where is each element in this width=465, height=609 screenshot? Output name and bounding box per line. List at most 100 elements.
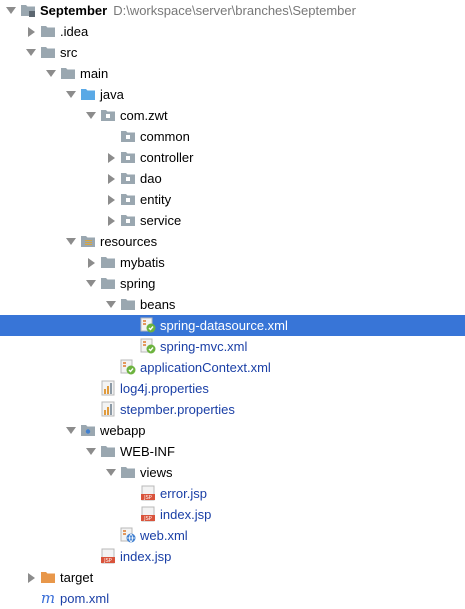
tree-node-label: java xyxy=(100,84,124,105)
tree-node-label: WEB-INF xyxy=(120,441,175,462)
tree-node-java[interactable]: java xyxy=(0,84,465,105)
tree-node-label: common xyxy=(140,126,190,147)
tree-node-spring[interactable]: spring xyxy=(0,273,465,294)
collapse-arrow-right-icon[interactable] xyxy=(104,210,118,231)
folder-icon xyxy=(40,23,56,39)
node-name: controller xyxy=(140,150,194,165)
tree-node-views[interactable]: views xyxy=(0,462,465,483)
module-folder-icon xyxy=(20,2,36,18)
collapse-arrow-right-icon[interactable] xyxy=(104,168,118,189)
node-name: log4j.properties xyxy=(120,381,209,396)
node-name: main xyxy=(80,66,109,81)
tree-node-target[interactable]: target xyxy=(0,567,465,588)
package-icon xyxy=(120,212,136,228)
expand-arrow-down-icon[interactable] xyxy=(104,462,118,483)
collapse-arrow-right-icon[interactable] xyxy=(104,189,118,210)
expand-arrow-down-icon[interactable] xyxy=(4,0,18,21)
node-name: webapp xyxy=(100,423,146,438)
tree-node-index-jsp[interactable]: JSP index.jsp xyxy=(0,504,465,525)
tree-node-label: main xyxy=(80,63,108,84)
collapse-arrow-right-icon[interactable] xyxy=(84,252,98,273)
expand-arrow-down-icon[interactable] xyxy=(84,441,98,462)
tree-node-label: index.jsp xyxy=(160,504,211,525)
tree-node-label: controller xyxy=(140,147,193,168)
tree-node-resources[interactable]: resources xyxy=(0,231,465,252)
expand-arrow-down-icon[interactable] xyxy=(44,63,58,84)
tree-node-label: target xyxy=(60,567,93,588)
project-path: D:\workspace\server\branches\September xyxy=(113,3,356,18)
tree-node-service[interactable]: service xyxy=(0,210,465,231)
expand-arrow-down-icon[interactable] xyxy=(84,105,98,126)
resources-folder-icon xyxy=(80,233,96,249)
node-name: applicationContext.xml xyxy=(140,360,271,375)
node-name: beans xyxy=(140,297,176,312)
tree-node-main[interactable]: main xyxy=(0,63,465,84)
tree-node-label: web.xml xyxy=(140,525,188,546)
tree-node-label: src xyxy=(60,42,77,63)
tree-node-label: views xyxy=(140,462,173,483)
tree-node-error-jsp[interactable]: JSP error.jsp xyxy=(0,483,465,504)
tree-node-com-zwt[interactable]: com.zwt xyxy=(0,105,465,126)
tree-node-stepmber-properties[interactable]: stepmber.properties xyxy=(0,399,465,420)
project-tree: September D:\workspace\server\branches\Se… xyxy=(0,0,465,607)
collapse-arrow-right-icon[interactable] xyxy=(24,21,38,42)
tree-node-label: spring-mvc.xml xyxy=(160,336,247,357)
properties-file-icon xyxy=(100,380,116,396)
node-name: WEB-INF xyxy=(120,444,175,459)
tree-node-label: stepmber.properties xyxy=(120,399,235,420)
package-icon xyxy=(120,191,136,207)
tree-node-label: spring-datasource.xml xyxy=(160,315,288,336)
tree-node-label: dao xyxy=(140,168,162,189)
package-icon xyxy=(100,107,116,123)
expand-arrow-down-icon[interactable] xyxy=(64,84,78,105)
node-name: entity xyxy=(140,192,172,207)
tree-node-spring-datasource-xml[interactable]: spring-datasource.xml xyxy=(0,315,465,336)
collapse-arrow-right-icon[interactable] xyxy=(24,567,38,588)
expand-arrow-down-icon[interactable] xyxy=(24,42,38,63)
expand-arrow-down-icon[interactable] xyxy=(104,294,118,315)
tree-node-september[interactable]: September D:\workspace\server\branches\Se… xyxy=(0,0,465,21)
tree-node-idea[interactable]: .idea xyxy=(0,21,465,42)
node-name: resources xyxy=(100,234,158,249)
node-name: com.zwt xyxy=(120,108,168,123)
package-icon xyxy=(120,170,136,186)
node-name: dao xyxy=(140,171,162,186)
tree-node-label: applicationContext.xml xyxy=(140,357,271,378)
tree-node-beans[interactable]: beans xyxy=(0,294,465,315)
node-name: views xyxy=(140,465,173,480)
tree-node-common[interactable]: common xyxy=(0,126,465,147)
spring-xml-file-icon xyxy=(140,317,156,333)
tree-node-src[interactable]: src xyxy=(0,42,465,63)
expand-arrow-down-icon[interactable] xyxy=(84,273,98,294)
tree-node-applicationcontext-xml[interactable]: applicationContext.xml xyxy=(0,357,465,378)
node-name: spring xyxy=(120,276,156,291)
tree-node-web-xml[interactable]: web.xml xyxy=(0,525,465,546)
tree-node-controller[interactable]: controller xyxy=(0,147,465,168)
expand-arrow-down-icon[interactable] xyxy=(64,231,78,252)
tree-node-spring-mvc-xml[interactable]: spring-mvc.xml xyxy=(0,336,465,357)
folder-icon xyxy=(100,443,116,459)
web-folder-icon xyxy=(80,422,96,438)
node-name: index.jsp xyxy=(160,507,212,522)
tree-node-pom-xml[interactable]: m pom.xml xyxy=(0,588,465,609)
tree-node-log4j-properties[interactable]: log4j.properties xyxy=(0,378,465,399)
folder-icon xyxy=(100,254,116,270)
properties-file-icon xyxy=(100,401,116,417)
tree-node-label: mybatis xyxy=(120,252,165,273)
tree-node-index-jsp[interactable]: JSP index.jsp xyxy=(0,546,465,567)
tree-node-label: webapp xyxy=(100,420,146,441)
folder-icon xyxy=(60,65,76,81)
tree-node-label: resources xyxy=(100,231,157,252)
tree-node-web-inf[interactable]: WEB-INF xyxy=(0,441,465,462)
tree-node-dao[interactable]: dao xyxy=(0,168,465,189)
svg-text:JSP: JSP xyxy=(143,516,152,522)
tree-node-entity[interactable]: entity xyxy=(0,189,465,210)
tree-node-label: September D:\workspace\server\branches\Se… xyxy=(40,0,356,21)
node-name: September xyxy=(40,3,108,18)
expand-arrow-down-icon[interactable] xyxy=(64,420,78,441)
package-icon xyxy=(120,149,136,165)
tree-node-mybatis[interactable]: mybatis xyxy=(0,252,465,273)
collapse-arrow-right-icon[interactable] xyxy=(104,147,118,168)
tree-node-webapp[interactable]: webapp xyxy=(0,420,465,441)
source-folder-icon xyxy=(80,86,96,102)
